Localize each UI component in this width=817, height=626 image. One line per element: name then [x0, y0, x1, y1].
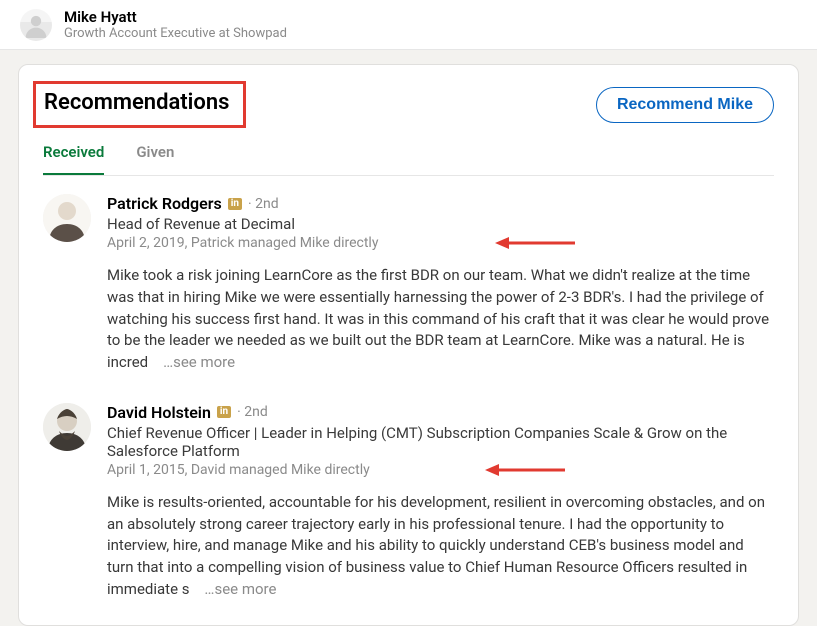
see-more-link[interactable]: …see more	[204, 580, 276, 598]
recommendation-text: Mike is results-oriented, accountable fo…	[107, 492, 774, 601]
recommendation-item: David Holstein in · 2nd Chief Revenue Of…	[43, 378, 774, 605]
recommendation-item: Patrick Rodgers in · 2nd Head of Revenue…	[43, 176, 774, 378]
profile-subtitle: Growth Account Executive at Showpad	[64, 26, 287, 41]
connection-degree: · 2nd	[248, 196, 279, 212]
tab-received[interactable]: Received	[43, 133, 104, 175]
recommender-name[interactable]: Patrick Rodgers	[107, 194, 222, 213]
annotation-highlight-box: Recommendations	[33, 81, 246, 128]
tabs: Received Given	[43, 133, 774, 176]
see-more-link[interactable]: …see more	[163, 353, 235, 371]
recommendation-meta: April 1, 2015, David managed Mike direct…	[107, 462, 774, 478]
recommender-avatar[interactable]	[43, 403, 91, 451]
recommendations-card: Recommendations Recommend Mike Received …	[18, 64, 799, 626]
recommender-title: Chief Revenue Officer | Leader in Helpin…	[107, 424, 774, 460]
connection-degree: · 2nd	[237, 404, 268, 420]
section-title: Recommendations	[44, 90, 229, 115]
premium-badge-icon: in	[217, 406, 231, 418]
recommender-title: Head of Revenue at Decimal	[107, 215, 774, 233]
recommend-button[interactable]: Recommend Mike	[596, 87, 774, 123]
recommendation-meta: April 2, 2019, Patrick managed Mike dire…	[107, 235, 774, 251]
profile-header: Mike Hyatt Growth Account Executive at S…	[0, 0, 817, 50]
profile-name[interactable]: Mike Hyatt	[64, 8, 287, 26]
recommender-avatar[interactable]	[43, 194, 91, 242]
premium-badge-icon: in	[228, 198, 242, 210]
tab-given[interactable]: Given	[136, 133, 174, 175]
profile-avatar[interactable]	[20, 9, 52, 41]
recommender-name[interactable]: David Holstein	[107, 403, 211, 422]
recommendation-text: Mike took a risk joining LearnCore as th…	[107, 265, 774, 374]
